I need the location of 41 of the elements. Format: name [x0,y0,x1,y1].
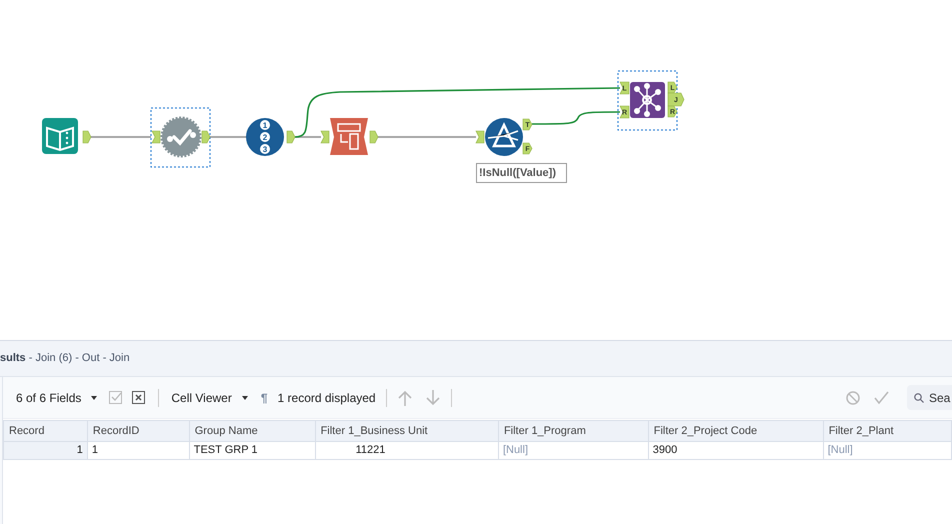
caret-icon [91,396,98,400]
checkbox-icon[interactable] [109,391,122,404]
connection-anchor[interactable] [286,130,296,144]
column-header[interactable]: Filter 2_Plant [823,420,952,442]
book-icon[interactable] [42,118,78,154]
column-header[interactable]: RecordID [87,420,190,442]
column-header[interactable]: Record [4,420,88,442]
checkmark-icon[interactable] [874,390,889,404]
table-cell: 1 [87,442,190,460]
column-header[interactable]: Group Name [189,420,316,442]
checkmark-badge-icon[interactable] [160,116,202,158]
table-cell: 3900 [648,442,824,460]
search-field[interactable]: Sea [907,385,952,410]
table-cell: [Null] [498,442,648,460]
search-icon [914,392,924,402]
table-transpose-icon[interactable] [330,118,368,155]
clear-box-icon[interactable] [132,391,146,404]
record-count: 1 record displayed [278,390,376,406]
column-header[interactable]: Filter 2_Project Code [648,420,824,442]
caret-icon [242,396,248,400]
join-nodes-icon[interactable] [630,82,665,118]
table-cell: 11221 [315,442,498,460]
table-cell: [Null] [823,442,952,460]
arrow-up-icon[interactable] [398,390,412,406]
results-header: sults - Join (6) - Out - Join [0,341,952,377]
filter-annotation: !IsNull([Value]) [476,163,567,183]
fields-dropdown[interactable]: 6 of 6 Fields [16,388,98,406]
table-cell: TEST GRP 1 [189,442,316,460]
cancel-icon[interactable] [846,390,860,404]
selection-box [618,70,678,130]
connection-anchor[interactable] [82,130,92,144]
selection-box [150,108,210,168]
cell-viewer-dropdown[interactable]: Cell Viewer [171,388,248,406]
column-header[interactable]: Filter 1_Program [498,420,648,442]
connection-line [210,136,247,138]
connection-line [91,136,151,138]
prism-icon[interactable] [485,118,523,156]
column-header[interactable]: Filter 1_Business Unit [315,420,498,442]
numbered-list-icon[interactable]: 1 2 3 [246,118,284,156]
arrow-down-icon[interactable] [426,390,440,406]
table-cell: 1 [4,442,88,460]
